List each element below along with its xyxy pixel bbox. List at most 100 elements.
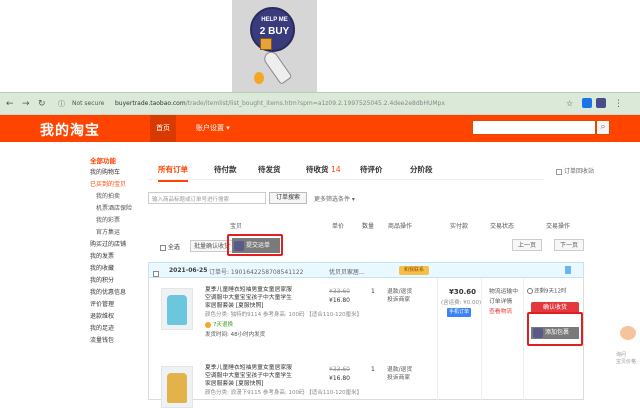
divider [481, 278, 482, 400]
product-image[interactable] [161, 366, 193, 408]
sidebar-item[interactable]: 我的发票 [90, 251, 142, 263]
refund-link[interactable]: 退款/退货 [387, 288, 437, 296]
product-thumbnail [167, 295, 187, 325]
sidebar-item[interactable]: 全部功能 [90, 155, 142, 167]
menu-icon[interactable]: ⋮ [614, 99, 623, 109]
gift-box-icon [260, 38, 272, 50]
complain-link[interactable]: 投诉商家 [387, 374, 437, 382]
nav-tab-home[interactable]: 首页 [150, 115, 176, 142]
select-all-label: 全选 [167, 244, 180, 251]
product-image[interactable] [161, 288, 193, 330]
tab-label: 所有订单 [158, 165, 188, 174]
sidebar-item[interactable]: 我的彩票 [90, 215, 142, 227]
shipping-time: 发货时间: 48小时内发货 [205, 332, 266, 338]
back-icon[interactable]: ← [6, 99, 14, 109]
view-logistics-link[interactable]: 查看物流 [489, 308, 512, 316]
unit-price: ¥16.80 [329, 297, 350, 304]
product-sku: 颜色分类: 浪漫下9115 参考身高: 100码 【适合110-120厘米】 [205, 390, 363, 396]
recycle-bin-link[interactable]: 订单回收站 [556, 166, 594, 175]
refund-link[interactable]: 退款/退货 [387, 366, 437, 374]
checkbox[interactable] [160, 244, 166, 251]
order-search-button[interactable]: 订单搜索 [269, 192, 307, 204]
sidebar-item[interactable]: 退款维权 [90, 311, 142, 323]
return-policy-tag: 7天退换 [205, 320, 233, 328]
rocket-flame-icon [254, 72, 264, 84]
warning-icon[interactable]: ⓘ [58, 99, 65, 109]
next-page-button[interactable]: 下一页 [554, 239, 584, 251]
order-number: 订单号: 1901642258708541122 [209, 269, 304, 276]
product-ops: 退款/退货 投诉商家 [387, 366, 437, 382]
floating-help-widget[interactable]: 询问 宝贝价格 [610, 326, 640, 366]
flag-icon[interactable] [565, 266, 571, 274]
order-details-link[interactable]: 订单详情 [489, 298, 512, 306]
url-domain: buyertrade.taobao.com [115, 100, 186, 107]
highlight-add-package [527, 312, 583, 346]
sidebar-item[interactable]: 我的收藏 [90, 263, 142, 275]
trash-icon [556, 168, 562, 175]
tab-pending-receipt[interactable]: 待收货 14 [306, 164, 341, 175]
order-date: 2021-06-25 [169, 267, 208, 274]
extension-icon[interactable] [582, 98, 592, 108]
status-shipping: 物流运输中 [489, 289, 518, 295]
url-path: /trade/itemlist/list_bought_items.htm?sp… [185, 100, 445, 107]
sidebar-item[interactable]: 官方集运 [90, 227, 142, 239]
help-me-2-buy-logo: HELP ME 2 BUY [232, 0, 317, 92]
product-sku: 颜色分类: 独特的9114 参考身高: 100码 【适合110-120厘米】 [205, 312, 363, 318]
sidebar-item[interactable]: 我的优惠信息 [90, 287, 142, 299]
sidebar-item[interactable]: 已买到的宝贝 [90, 179, 142, 191]
select-all[interactable]: 全选 [160, 242, 180, 251]
helpme2buy-extension-icon[interactable] [596, 98, 606, 108]
tab-label: 分阶段 [410, 165, 433, 174]
brand-title[interactable]: 我的淘宝 [40, 120, 100, 140]
reload-icon[interactable]: ↻ [38, 99, 46, 109]
sidebar-item[interactable]: 我的积分 [90, 275, 142, 287]
sidebar-item[interactable]: 流量钱包 [90, 335, 142, 347]
tab-label: 待收货 [306, 165, 329, 174]
product-title[interactable]: 夏季儿童睡衣短袖男童女童居家服空调服中大童宝宝孩子中大童学生家居服套装 [夏服快… [205, 286, 297, 310]
tab-pending-payment[interactable]: 待付款 [214, 164, 237, 175]
tag-text: 7天退换 [213, 322, 233, 328]
taobao-navbar: 我的淘宝 首页 账户设置 ▾ ⌕ [0, 115, 640, 142]
auto-confirm-countdown: 还剩9天12时 [527, 288, 583, 296]
complain-link[interactable]: 投诉商家 [387, 296, 437, 304]
forward-icon[interactable]: → [22, 99, 30, 109]
order-search-input[interactable]: 输入商品标题或订单号进行搜索 [148, 192, 266, 204]
sidebar-item[interactable]: 我的购物车 [90, 167, 142, 179]
unit-price: ¥16.80 [329, 375, 350, 382]
quantity: 1 [371, 366, 375, 373]
sidebar-item[interactable]: 我的足迹 [90, 323, 142, 335]
order-body: ¥30.60 (含运费: ¥0.00) 手机订单 物流运输中 订单详情 查看物流… [148, 278, 584, 408]
nav-tab-account-settings[interactable]: 账户设置 ▾ [196, 123, 230, 133]
recycle-label: 订单回收站 [564, 168, 595, 175]
order-tabs: 所有订单 待付款 待发货 待收货 14 待评价 分阶段 [148, 160, 544, 182]
more-filters-link[interactable]: 更多筛选条件 ▾ [314, 194, 355, 203]
rocket-icon [261, 49, 293, 85]
not-secure-label[interactable]: Not secure [72, 100, 104, 107]
sidebar-item[interactable]: 机票酒店保险 [90, 203, 142, 215]
table-header: 宝贝 单价 数量 商品操作 实付款 交易状态 交易操作 [148, 218, 584, 230]
contact-seller-badge[interactable]: 和我联系 [399, 266, 429, 275]
top-banner: HELP ME 2 BUY [0, 0, 640, 92]
tab-pending-review[interactable]: 待评价 [360, 164, 383, 175]
search-icon[interactable]: ⌕ [596, 120, 610, 135]
sidebar-item[interactable]: 评价管理 [90, 299, 142, 311]
sidebar-item[interactable]: 购买过的店铺 [90, 239, 142, 251]
address-bar[interactable]: buyertrade.taobao.com/trade/itemlist/lis… [115, 100, 445, 107]
product-ops: 退款/退货 投诉商家 [387, 288, 437, 304]
tab-pending-shipment[interactable]: 待发货 [258, 164, 281, 175]
site-search-input[interactable] [472, 120, 596, 135]
product-title[interactable]: 夏季儿童睡衣短袖男童女童居家服空调服中大童宝宝孩子中大童学生家居服套装 [夏服快… [205, 364, 297, 388]
mobile-order-badge: 手机订单 [447, 308, 471, 317]
star-icon[interactable]: ☆ [566, 99, 573, 109]
order-header: 2021-06-25 订单号: 1901642258708541122 优贝贝家… [148, 262, 584, 278]
order-shipping-fee: (含运费: ¥0.00) [441, 300, 482, 306]
tab-all-orders[interactable]: 所有订单 [158, 164, 188, 182]
tab-staged[interactable]: 分阶段 [410, 164, 433, 175]
tab-count: 14 [331, 165, 341, 174]
col-actions: 交易操作 [546, 223, 571, 230]
sidebar-item[interactable]: 我的拍卖 [90, 191, 142, 203]
shop-name[interactable]: 优贝贝家居... [329, 267, 365, 276]
prev-page-button[interactable]: 上一页 [512, 239, 542, 251]
order-checkbox[interactable] [153, 271, 159, 277]
highlight-submit-waybill [227, 234, 283, 256]
